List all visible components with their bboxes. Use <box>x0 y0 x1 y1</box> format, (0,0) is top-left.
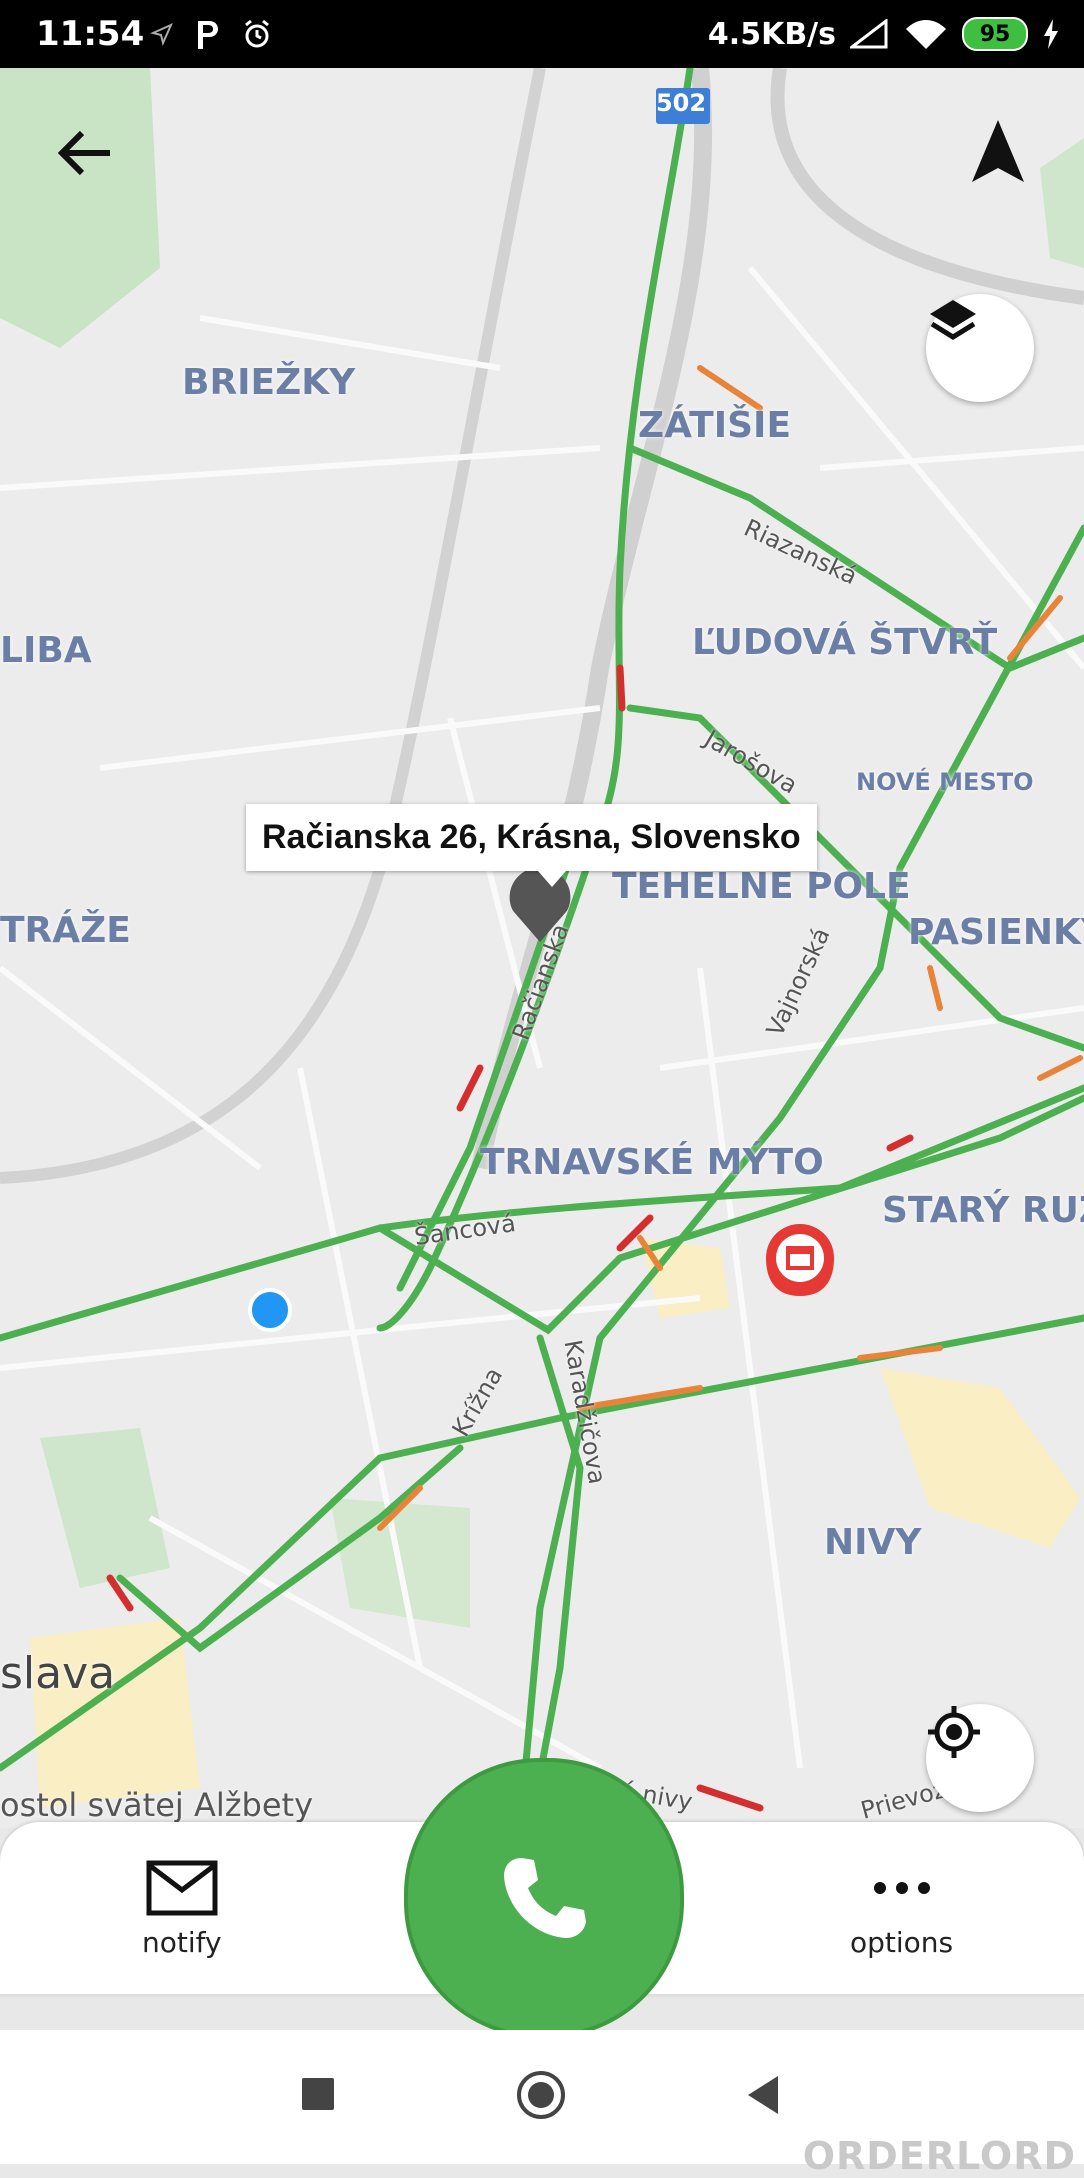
home-icon[interactable] <box>516 2070 566 2120</box>
district-trnavske-myto: TRNAVSKÉ MÝTO <box>480 1142 824 1183</box>
road-badge-label: 502 <box>655 89 707 117</box>
location-arrow-icon <box>150 23 173 46</box>
alarm-icon <box>245 19 269 48</box>
district-nivy: NIVY <box>824 1522 922 1563</box>
district-zatisie: ZÁTIŠIE <box>638 405 792 446</box>
district-traze: TRÁŽE <box>0 910 131 951</box>
status-bar: 11:54 4.5KB/s 95 <box>0 0 1084 68</box>
options-label: options <box>850 1926 954 1959</box>
address-tooltip[interactable]: Račianska 26, Krásna, Slovensko <box>246 804 817 887</box>
back-button[interactable] <box>50 118 120 188</box>
mail-icon <box>146 1860 218 1916</box>
battery-indicator: 95 <box>962 17 1028 51</box>
current-location-dot <box>248 1288 292 1332</box>
status-time: 11:54 <box>36 14 145 54</box>
district-liba: LIBA <box>0 630 92 671</box>
layers-button[interactable] <box>926 294 1034 402</box>
back-nav-icon[interactable] <box>742 2072 782 2118</box>
options-button[interactable]: options <box>850 1860 953 1959</box>
poi-label: ostol svätej Alžbety <box>0 1786 314 1824</box>
back-arrow-icon <box>57 130 110 176</box>
crosshair-icon <box>928 1706 980 1758</box>
call-button[interactable] <box>404 1758 684 2038</box>
recents-icon[interactable] <box>300 2076 336 2112</box>
district-pasienky: PASIENKY <box>908 912 1084 953</box>
more-options-icon <box>873 1882 930 1894</box>
district-bratislava: slava <box>0 1648 116 1699</box>
compass-button[interactable] <box>968 116 1028 186</box>
notify-label: notify <box>142 1926 222 1959</box>
notify-button[interactable]: notify <box>142 1860 222 1959</box>
wifi-icon <box>906 20 946 49</box>
district-tehelne-pole: TEHELNÉ POLE <box>612 866 911 907</box>
district-nove-mesto: NOVÉ MESTO <box>856 768 1034 796</box>
navigation-arrow-icon <box>972 120 1024 182</box>
district-stary-ruz: STARÝ RUŽ <box>882 1190 1084 1231</box>
phone-icon <box>504 1858 586 1938</box>
district-briezky: BRIEŽKY <box>182 362 356 403</box>
district-ludova-stvrt: ĽUDOVÁ ŠTVRŤ <box>692 622 998 663</box>
map-view[interactable]: 502 BRIEŽKY ZÁTIŠIE ĽUDOVÁ ŠTVRŤ LIBA NO… <box>0 68 1084 1828</box>
layers-icon <box>930 300 976 340</box>
watermark-logo: ORDERLORD <box>802 2134 1076 2178</box>
parking-icon <box>198 21 218 49</box>
signal-icon <box>850 19 888 49</box>
my-location-button[interactable] <box>926 1704 1034 1812</box>
network-speed: 4.5KB/s <box>707 16 836 52</box>
charging-icon <box>1044 19 1058 49</box>
poi-pin-icon[interactable] <box>766 1224 834 1296</box>
